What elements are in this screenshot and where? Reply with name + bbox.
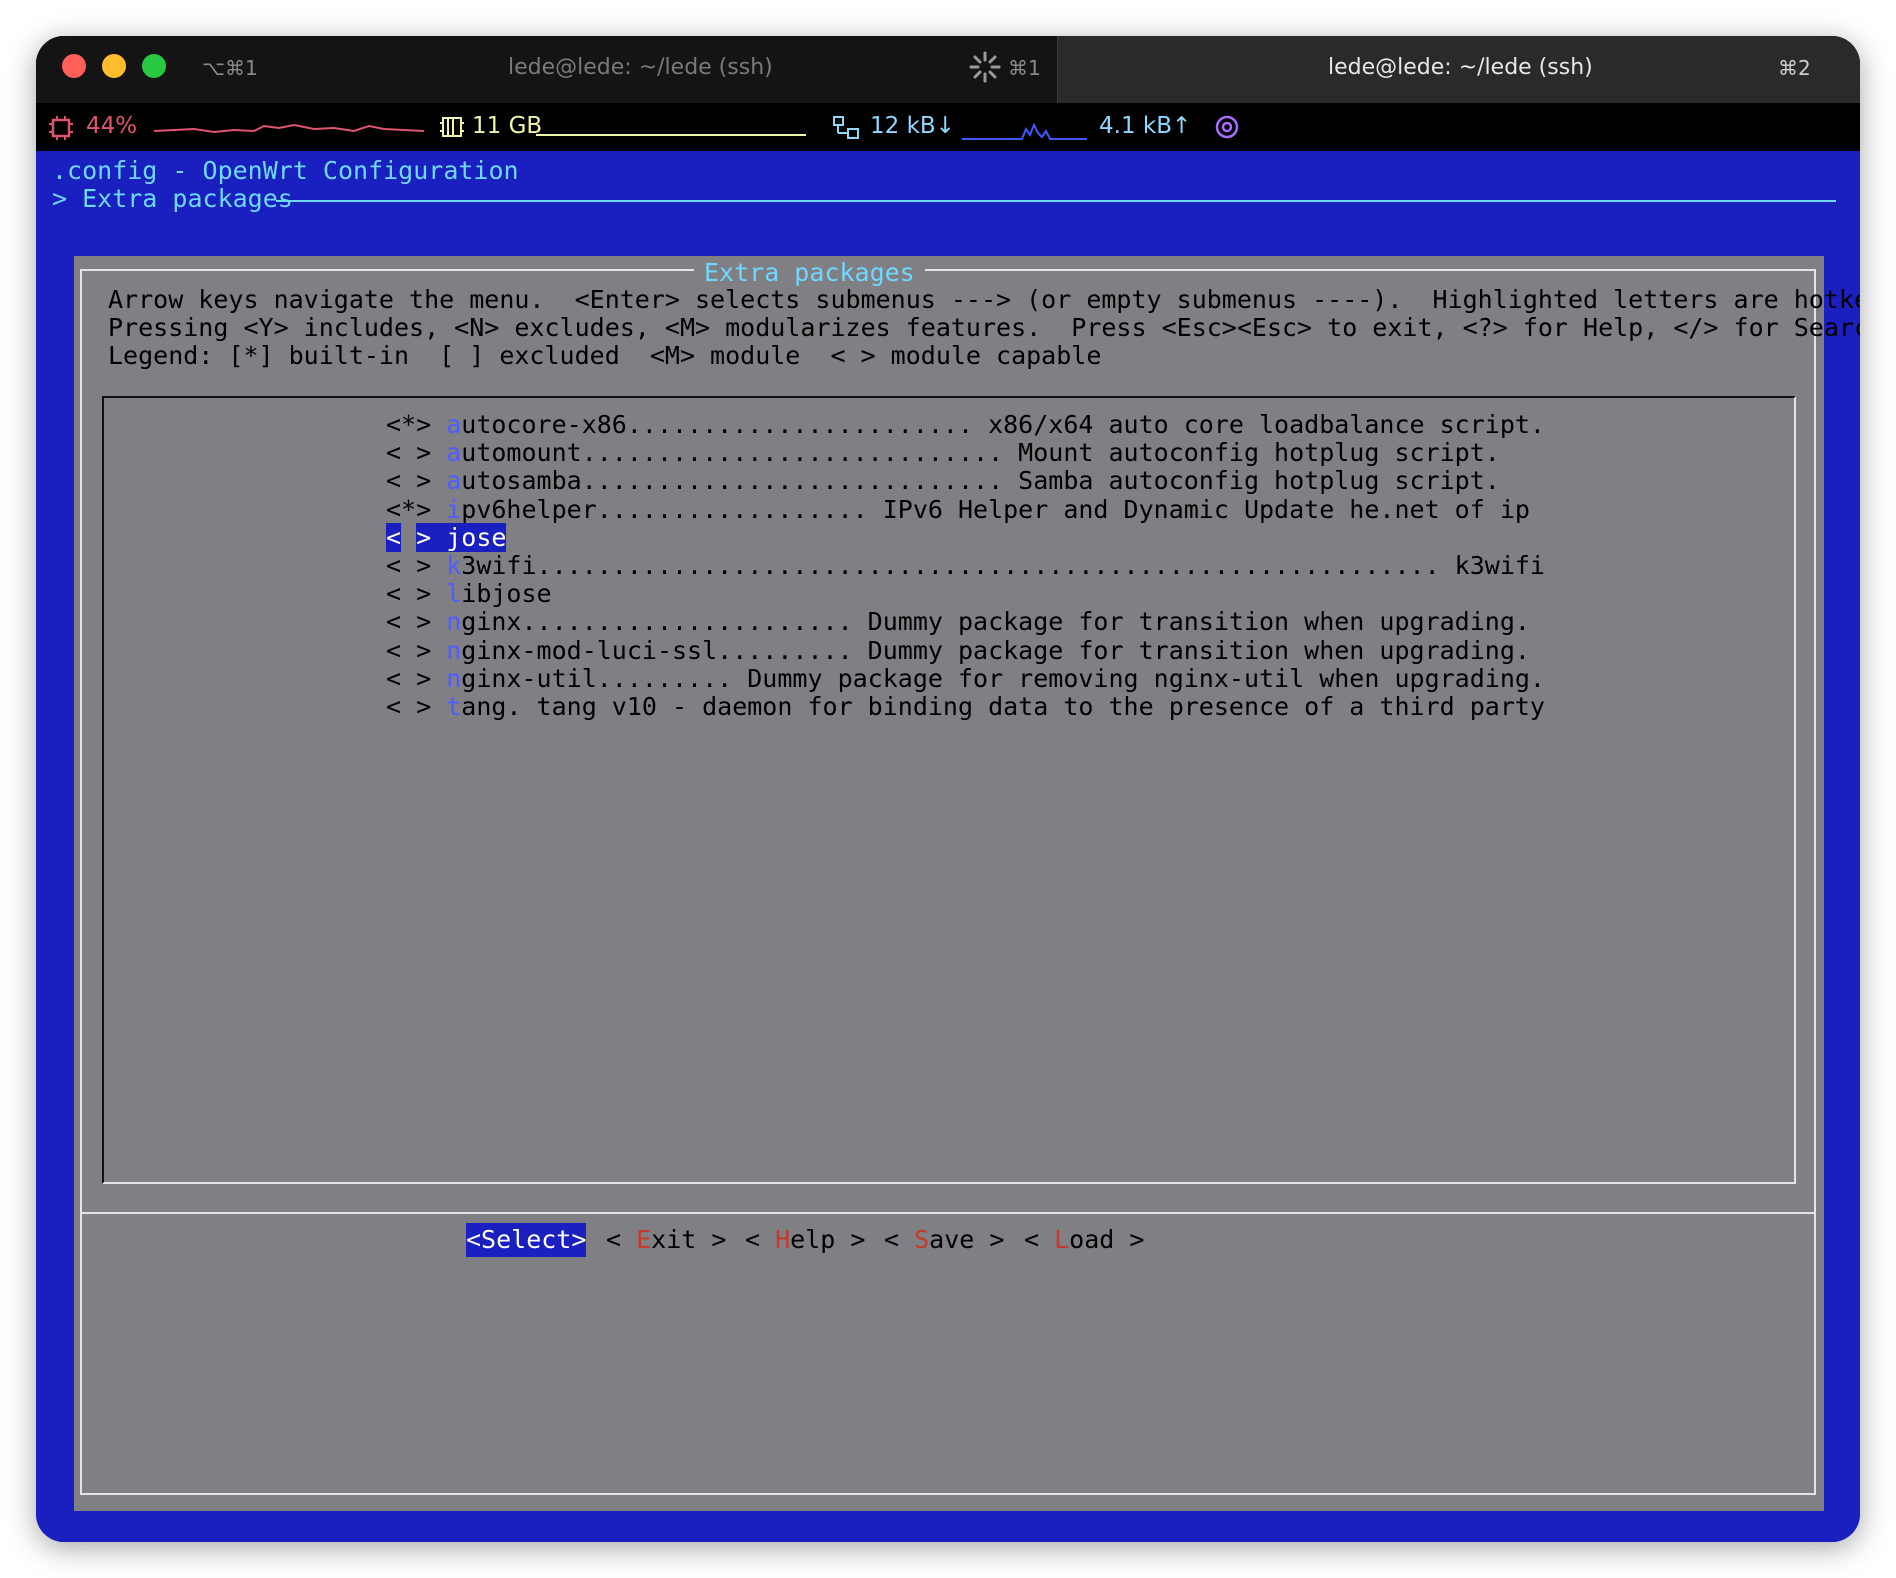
button-label: xit (651, 1225, 697, 1254)
button-separator (80, 1212, 1816, 1214)
tab-1-shortcut-right: ⌘1 (1008, 56, 1041, 80)
terminal-window: ⌥⌘1 lede@lede: ~/lede (ssh) ⌘1 lede@lede… (36, 36, 1860, 1542)
menu-item-label: utosamba............................ Sam… (461, 466, 1500, 496)
help-text-line-3: Legend: [*] built-in [ ] excluded <M> mo… (108, 341, 1102, 370)
menu-item-hotkey: j (446, 522, 462, 552)
title-bar: ⌥⌘1 lede@lede: ~/lede (ssh) ⌘1 lede@lede… (36, 36, 1860, 103)
menu-item-state[interactable]: < > (386, 522, 447, 552)
button-hotkey: E (636, 1225, 652, 1254)
button-bracket-close: > (974, 1225, 1005, 1254)
button-label: ave (929, 1225, 975, 1254)
menu-item[interactable]: <*> ipv6helper.................. IPv6 He… (386, 493, 1530, 527)
cpu-usage: 44% (86, 113, 138, 139)
help-button[interactable]: < Help > (745, 1223, 865, 1257)
terminal-screen[interactable]: .config - OpenWrt Configuration > Extra … (36, 151, 1860, 1542)
menu-item-hotkey: a (446, 410, 462, 439)
tab-1-shortcut-left: ⌥⌘1 (202, 56, 258, 80)
menu-item-state[interactable]: < > (386, 692, 446, 721)
menu-item-hotkey: a (446, 466, 462, 496)
minimize-window-button[interactable] (102, 54, 126, 78)
button-bracket-close: > (696, 1225, 727, 1254)
breadcrumb: > Extra packages (52, 184, 293, 213)
button-bracket-open: < (1024, 1225, 1055, 1254)
button-hotkey: L (1054, 1225, 1070, 1254)
memory-icon (440, 115, 464, 145)
exit-button[interactable]: < Exit > (606, 1223, 726, 1257)
tab-2[interactable]: lede@lede: ~/lede (ssh) ⌘2 (1057, 36, 1860, 103)
tab-2-shortcut: ⌘2 (1778, 56, 1811, 80)
network-download: 12 kB↓ (870, 113, 955, 139)
menu-item[interactable]: < > tang. tang v10 - daemon for binding … (386, 690, 1545, 724)
network-icon (832, 115, 860, 147)
menu-item-state[interactable]: < > (386, 466, 446, 495)
menu-item-label: ose (461, 522, 507, 552)
close-window-button[interactable] (62, 54, 86, 78)
tab-1-title: lede@lede: ~/lede (ssh) (508, 55, 773, 80)
menu-item-state[interactable]: < > (386, 438, 446, 467)
menu-item-hotkey: l (446, 579, 462, 609)
tab-2-title: lede@lede: ~/lede (ssh) (1328, 55, 1593, 80)
menu-item-state[interactable]: < > (386, 551, 446, 580)
button-bracket-open: < (884, 1225, 915, 1254)
menu-item-label: ginx-mod-luci-ssl......... Dummy package… (461, 635, 1530, 665)
memory-sparkline (536, 134, 806, 136)
menu-item-hotkey: n (446, 635, 462, 665)
menu-item-label: utocore-x86....................... x86/x… (461, 410, 1545, 439)
menu-item[interactable]: < > k3wifi..............................… (386, 549, 1545, 583)
zoom-window-button[interactable] (142, 54, 166, 78)
menu-item-label: ang. tang v10 - daemon for binding data … (461, 692, 1545, 721)
menu-item-label: utomount............................ Mou… (461, 438, 1500, 468)
cpu-chip-icon (48, 115, 74, 147)
menu-item-label: ginx-util......... Dummy package for rem… (461, 663, 1545, 693)
menu-item-hotkey: a (446, 438, 462, 468)
breadcrumb-rule (276, 200, 1836, 202)
menu-item-state[interactable]: < > (386, 579, 446, 608)
button-bracket-close: > (1114, 1225, 1145, 1254)
select-button[interactable]: <Select> (466, 1223, 587, 1257)
button-bracket-close: > (835, 1225, 866, 1254)
network-upload: 4.1 kB↑ (1099, 113, 1192, 139)
menu-item-label: pv6helper.................. IPv6 Helper … (461, 494, 1530, 524)
button-bracket-open: < (606, 1225, 637, 1254)
menu-item-state[interactable]: <*> (386, 410, 446, 439)
menu-item-hotkey: n (446, 663, 462, 693)
button-label: elp (790, 1225, 836, 1254)
cpu-sparkline (154, 123, 424, 134)
menu-item-state[interactable]: < > (386, 664, 446, 693)
button-hotkey: S (914, 1225, 930, 1254)
network-sparkline (962, 122, 1087, 140)
save-button[interactable]: < Save > (884, 1223, 1004, 1257)
menu-item-state[interactable]: <*> (386, 495, 446, 524)
menu-item-state[interactable]: < > (386, 636, 446, 665)
menu-item-hotkey: i (446, 494, 462, 524)
menu-item-hotkey: k (446, 551, 462, 580)
button-bracket-open: < (745, 1225, 776, 1254)
memory-usage: 11 GB (472, 113, 543, 139)
status-bar: 44% 11 GB 12 kB↓ 4.1 kB↑ (36, 103, 1860, 151)
button-hotkey: H (775, 1225, 791, 1254)
menu-item-label: ibjose (461, 579, 552, 609)
menu-item-label: 3wifi...................................… (461, 551, 1545, 580)
target-icon[interactable] (1214, 114, 1240, 146)
menu-item-state[interactable]: < > (386, 607, 446, 636)
button-label: oad (1069, 1225, 1115, 1254)
tab-1[interactable]: ⌥⌘1 lede@lede: ~/lede (ssh) ⌘1 (36, 36, 1057, 103)
spinner-icon (968, 50, 1002, 90)
menu-item-hotkey: n (446, 607, 462, 637)
menuconfig-dialog: Extra packages Arrow keys navigate the m… (74, 256, 1860, 1511)
load-button[interactable]: < Load > (1024, 1223, 1144, 1257)
menu-item-hotkey: t (446, 692, 462, 721)
menu-item-label: ginx...................... Dummy package… (461, 607, 1530, 637)
